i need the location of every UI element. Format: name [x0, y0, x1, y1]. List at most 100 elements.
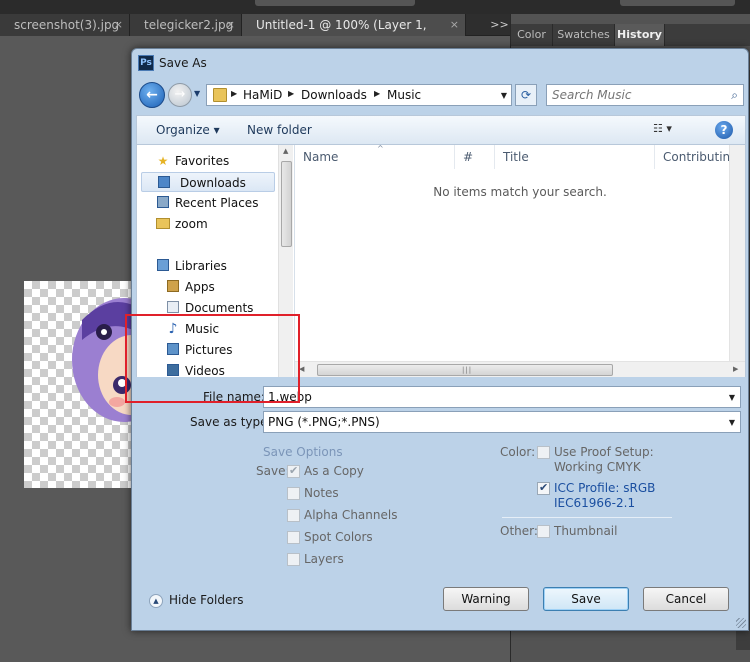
tab-swatches[interactable]: Swatches: [553, 24, 615, 46]
spot-colors-checkbox[interactable]: [287, 531, 300, 544]
as-a-copy-option[interactable]: As a Copy: [287, 463, 407, 481]
column-title[interactable]: Title: [495, 145, 655, 169]
doc-tab-2[interactable]: telegicker2.jpg ×: [130, 14, 242, 36]
star-icon: ★: [157, 154, 169, 168]
option-label: Spot Colors: [304, 530, 373, 544]
breadcrumb-hamid[interactable]: HaMiD: [243, 88, 282, 102]
file-list-vertical-scrollbar[interactable]: [729, 145, 745, 361]
chevron-right-icon[interactable]: ▶: [374, 89, 380, 98]
column-label: Name: [303, 150, 339, 164]
notes-option[interactable]: Notes: [287, 485, 407, 503]
breadcrumb-music[interactable]: Music: [387, 88, 421, 102]
organize-button[interactable]: Organize ▾: [156, 123, 220, 137]
alpha-channels-option[interactable]: Alpha Channels: [287, 507, 407, 525]
empty-message: No items match your search.: [433, 185, 607, 199]
other-label: Other:: [500, 524, 538, 538]
layers-option[interactable]: Layers: [287, 551, 407, 569]
thumbnail-option[interactable]: Thumbnail: [537, 523, 677, 541]
chevron-down-icon[interactable]: ▼: [729, 418, 735, 427]
option-label: Thumbnail: [554, 524, 618, 538]
scrollbar-thumb[interactable]: [281, 161, 292, 247]
close-icon[interactable]: ×: [114, 14, 123, 36]
thumbnail-checkbox[interactable]: [537, 525, 550, 538]
resize-grip[interactable]: [736, 618, 746, 628]
save-as-type-select[interactable]: PNG (*.PNG;*.PNS) ▼: [263, 411, 741, 433]
back-button[interactable]: ←: [139, 82, 165, 108]
ps-top-button[interactable]: [255, 0, 415, 6]
apps-library-icon: [165, 280, 181, 294]
downloads-folder-icon: [156, 176, 172, 190]
chevron-right-icon[interactable]: ▶: [288, 89, 294, 98]
file-name-input[interactable]: [264, 387, 704, 407]
scroll-up-icon[interactable]: ▲: [283, 147, 288, 155]
address-bar[interactable]: ▶ HaMiD ▶ Downloads ▶ Music ▼: [206, 84, 512, 106]
nav-zoom[interactable]: zoom: [155, 214, 275, 234]
notes-checkbox[interactable]: [287, 487, 300, 500]
save-label: Save:: [256, 464, 290, 478]
use-proof-setup-checkbox[interactable]: [537, 446, 550, 459]
recent-pages-dropdown-icon[interactable]: ▼: [194, 89, 200, 98]
nav-downloads[interactable]: Downloads: [141, 172, 275, 192]
chevron-right-icon[interactable]: ▶: [231, 89, 237, 98]
cancel-button[interactable]: Cancel: [643, 587, 729, 611]
folder-icon: [213, 88, 227, 102]
breadcrumb-downloads[interactable]: Downloads: [301, 88, 367, 102]
doc-tab-1[interactable]: screenshot(3).jpg ×: [0, 14, 130, 36]
chevron-down-icon[interactable]: ▼: [501, 91, 507, 100]
layers-checkbox[interactable]: [287, 553, 300, 566]
close-icon[interactable]: ×: [226, 14, 235, 36]
tab-color[interactable]: Color: [511, 24, 553, 46]
save-as-type-label: Save as type:: [190, 415, 272, 429]
ps-workspace-button[interactable]: [620, 0, 735, 6]
scrollbar-thumb[interactable]: |||: [317, 364, 613, 376]
options-divider: [502, 517, 672, 518]
search-icon[interactable]: ⌕: [731, 88, 738, 103]
nav-recent-places[interactable]: Recent Places: [155, 193, 275, 213]
alpha-channels-checkbox[interactable]: [287, 509, 300, 522]
dialog-titlebar[interactable]: Ps Save As: [132, 49, 748, 77]
annotation-highlight-box: [125, 314, 300, 403]
forward-button[interactable]: →: [168, 83, 192, 107]
documents-icon: [165, 301, 181, 315]
navigation-bar: ← → ▼ ▶ HaMiD ▶ Downloads ▶ Music ▼ ⟳ ⌕: [132, 79, 748, 111]
scroll-right-icon[interactable]: ▶: [733, 365, 738, 373]
icc-profile-checkbox[interactable]: [537, 480, 550, 496]
refresh-button[interactable]: ⟳: [515, 84, 537, 106]
libraries-icon: [155, 259, 171, 273]
sort-caret-icon: ^: [377, 145, 384, 153]
recent-places-icon: [155, 196, 171, 210]
tab-history[interactable]: History: [615, 24, 665, 46]
working-cmyk-label: Working CMYK: [554, 460, 641, 474]
ps-document-tabs: screenshot(3).jpg × telegicker2.jpg × Un…: [0, 14, 510, 54]
option-label: ICC Profile: sRGB: [554, 481, 656, 495]
refresh-icon: ⟳: [520, 88, 532, 102]
option-label: Use Proof Setup:: [554, 445, 654, 459]
column-name[interactable]: ^ Name: [295, 145, 455, 169]
close-icon[interactable]: ×: [450, 14, 459, 36]
search-box[interactable]: ⌕: [546, 84, 744, 106]
help-icon[interactable]: ?: [715, 121, 733, 139]
as-a-copy-checkbox[interactable]: [287, 463, 300, 479]
warning-button[interactable]: Warning: [443, 587, 529, 611]
file-list-horizontal-scrollbar[interactable]: ◀ ||| ▶: [295, 361, 745, 377]
view-options-icon[interactable]: ☷ ▾: [653, 122, 672, 135]
panel-tabs: Color Swatches History: [511, 24, 750, 46]
nav-favorites[interactable]: ★ Favorites: [155, 151, 273, 171]
file-name-field[interactable]: ▼: [263, 386, 741, 408]
dialog-title: Save As: [159, 56, 207, 70]
icc-profile-name: IEC61966-2.1: [554, 496, 636, 510]
doc-tab-3[interactable]: Untitled-1 @ 100% (Layer 1, RGB/8) * ×: [242, 14, 466, 54]
hide-folders-label: Hide Folders: [169, 593, 244, 607]
nav-apps[interactable]: Apps: [165, 277, 275, 297]
column-number[interactable]: #: [455, 145, 495, 169]
nav-label: Downloads: [180, 176, 246, 190]
nav-label: Recent Places: [175, 196, 259, 210]
search-input[interactable]: [547, 85, 719, 105]
photoshop-logo-icon: Ps: [138, 55, 154, 71]
save-button[interactable]: Save: [543, 587, 629, 611]
spot-colors-option[interactable]: Spot Colors: [287, 529, 407, 547]
new-folder-button[interactable]: New folder: [247, 123, 312, 137]
more-tabs-button[interactable]: >>: [489, 14, 510, 36]
nav-libraries[interactable]: Libraries: [155, 256, 275, 276]
chevron-down-icon[interactable]: ▼: [729, 393, 735, 402]
